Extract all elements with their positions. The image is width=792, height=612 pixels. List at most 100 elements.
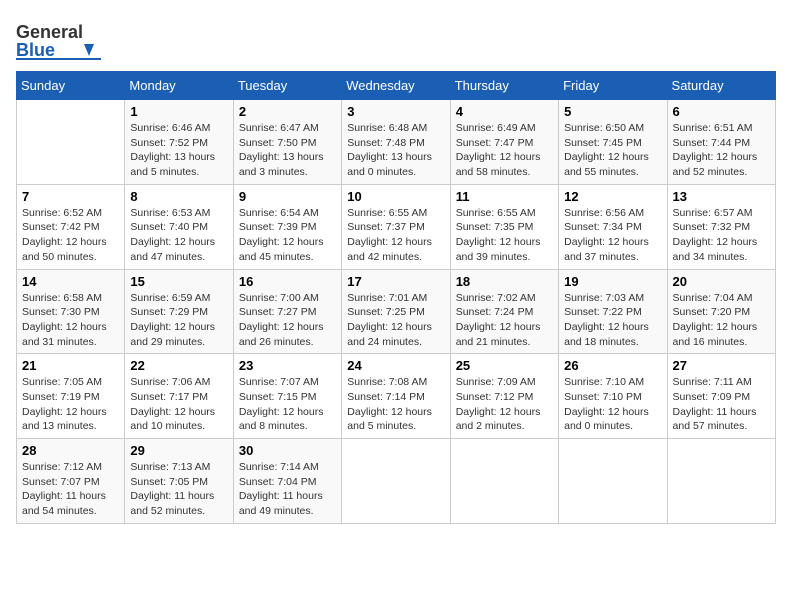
day-info: Sunrise: 7:09 AMSunset: 7:12 PMDaylight:…	[456, 375, 553, 434]
calendar-cell: 30Sunrise: 7:14 AMSunset: 7:04 PMDayligh…	[233, 439, 341, 524]
day-header-saturday: Saturday	[667, 72, 775, 100]
calendar-cell: 24 Sunrise: 7:08 AMSunset: 7:14 PMDayligh…	[342, 354, 450, 439]
calendar-cell: 26Sunrise: 7:10 AMSunset: 7:10 PMDayligh…	[559, 354, 667, 439]
day-number: 7	[22, 189, 119, 204]
logo: General Blue	[16, 16, 116, 61]
calendar-cell: 6 Sunrise: 6:51 AMSunset: 7:44 PMDaylight…	[667, 100, 775, 185]
week-row-4: 21 Sunrise: 7:05 AMSunset: 7:19 PMDayligh…	[17, 354, 776, 439]
day-number: 17	[347, 274, 444, 289]
day-info: Sunrise: 6:59 AMSunset: 7:29 PMDaylight:…	[130, 291, 227, 350]
calendar-cell: 8 Sunrise: 6:53 AMSunset: 7:40 PMDaylight…	[125, 184, 233, 269]
page-header: General Blue	[16, 16, 776, 61]
calendar-cell: 21 Sunrise: 7:05 AMSunset: 7:19 PMDayligh…	[17, 354, 125, 439]
day-number: 5	[564, 104, 661, 119]
day-number: 27	[673, 358, 770, 373]
day-number: 11	[456, 189, 553, 204]
calendar-cell: 19 Sunrise: 7:03 AMSunset: 7:22 PMDayligh…	[559, 269, 667, 354]
calendar-body: 1Sunrise: 6:46 AMSunset: 7:52 PMDaylight…	[17, 100, 776, 524]
calendar-cell: 10 Sunrise: 6:55 AMSunset: 7:37 PMDayligh…	[342, 184, 450, 269]
calendar-cell: 23 Sunrise: 7:07 AMSunset: 7:15 PMDayligh…	[233, 354, 341, 439]
week-row-3: 14Sunrise: 6:58 AMSunset: 7:30 PMDayligh…	[17, 269, 776, 354]
day-number: 25	[456, 358, 553, 373]
day-info: Sunrise: 7:04 AMSunset: 7:20 PMDaylight:…	[673, 291, 770, 350]
day-info: Sunrise: 7:13 AMSunset: 7:05 PMDaylight:…	[130, 460, 227, 519]
day-number: 21	[22, 358, 119, 373]
day-info: Sunrise: 7:05 AMSunset: 7:19 PMDaylight:…	[22, 375, 119, 434]
day-header-thursday: Thursday	[450, 72, 558, 100]
day-info: Sunrise: 7:08 AMSunset: 7:14 PMDaylight:…	[347, 375, 444, 434]
day-info: Sunrise: 7:06 AMSunset: 7:17 PMDaylight:…	[130, 375, 227, 434]
svg-text:General: General	[16, 22, 83, 42]
calendar-cell	[667, 439, 775, 524]
calendar-cell: 5 Sunrise: 6:50 AMSunset: 7:45 PMDaylight…	[559, 100, 667, 185]
day-number: 19	[564, 274, 661, 289]
day-info: Sunrise: 7:14 AMSunset: 7:04 PMDaylight:…	[239, 460, 336, 519]
calendar-header: SundayMondayTuesdayWednesdayThursdayFrid…	[17, 72, 776, 100]
day-info: Sunrise: 7:07 AMSunset: 7:15 PMDaylight:…	[239, 375, 336, 434]
day-number: 14	[22, 274, 119, 289]
day-info: Sunrise: 6:47 AMSunset: 7:50 PMDaylight:…	[239, 121, 336, 180]
calendar-cell	[559, 439, 667, 524]
day-header-tuesday: Tuesday	[233, 72, 341, 100]
day-number: 10	[347, 189, 444, 204]
calendar-cell: 28 Sunrise: 7:12 AMSunset: 7:07 PMDayligh…	[17, 439, 125, 524]
calendar-cell	[342, 439, 450, 524]
day-info: Sunrise: 6:48 AMSunset: 7:48 PMDaylight:…	[347, 121, 444, 180]
calendar-cell: 3 Sunrise: 6:48 AMSunset: 7:48 PMDaylight…	[342, 100, 450, 185]
day-info: Sunrise: 6:57 AMSunset: 7:32 PMDaylight:…	[673, 206, 770, 265]
day-info: Sunrise: 6:51 AMSunset: 7:44 PMDaylight:…	[673, 121, 770, 180]
day-info: Sunrise: 6:54 AMSunset: 7:39 PMDaylight:…	[239, 206, 336, 265]
day-info: Sunrise: 6:52 AMSunset: 7:42 PMDaylight:…	[22, 206, 119, 265]
day-info: Sunrise: 6:50 AMSunset: 7:45 PMDaylight:…	[564, 121, 661, 180]
calendar-cell: 13 Sunrise: 6:57 AMSunset: 7:32 PMDayligh…	[667, 184, 775, 269]
day-header-friday: Friday	[559, 72, 667, 100]
day-number: 22	[130, 358, 227, 373]
calendar-cell: 2Sunrise: 6:47 AMSunset: 7:50 PMDaylight…	[233, 100, 341, 185]
day-number: 23	[239, 358, 336, 373]
day-info: Sunrise: 7:10 AMSunset: 7:10 PMDaylight:…	[564, 375, 661, 434]
day-info: Sunrise: 7:11 AMSunset: 7:09 PMDaylight:…	[673, 375, 770, 434]
day-number: 28	[22, 443, 119, 458]
day-number: 20	[673, 274, 770, 289]
day-info: Sunrise: 6:53 AMSunset: 7:40 PMDaylight:…	[130, 206, 227, 265]
week-row-1: 1Sunrise: 6:46 AMSunset: 7:52 PMDaylight…	[17, 100, 776, 185]
calendar-cell: 17 Sunrise: 7:01 AMSunset: 7:25 PMDayligh…	[342, 269, 450, 354]
day-header-wednesday: Wednesday	[342, 72, 450, 100]
calendar-table: SundayMondayTuesdayWednesdayThursdayFrid…	[16, 71, 776, 524]
calendar-cell: 16Sunrise: 7:00 AMSunset: 7:27 PMDayligh…	[233, 269, 341, 354]
day-info: Sunrise: 7:03 AMSunset: 7:22 PMDaylight:…	[564, 291, 661, 350]
calendar-cell: 14Sunrise: 6:58 AMSunset: 7:30 PMDayligh…	[17, 269, 125, 354]
day-number: 4	[456, 104, 553, 119]
calendar-cell: 18Sunrise: 7:02 AMSunset: 7:24 PMDayligh…	[450, 269, 558, 354]
svg-text:Blue: Blue	[16, 40, 55, 60]
calendar-cell: 11 Sunrise: 6:55 AMSunset: 7:35 PMDayligh…	[450, 184, 558, 269]
calendar-cell: 9 Sunrise: 6:54 AMSunset: 7:39 PMDaylight…	[233, 184, 341, 269]
day-number: 18	[456, 274, 553, 289]
day-info: Sunrise: 6:55 AMSunset: 7:37 PMDaylight:…	[347, 206, 444, 265]
calendar-cell	[17, 100, 125, 185]
day-number: 13	[673, 189, 770, 204]
day-number: 6	[673, 104, 770, 119]
logo-svg: General Blue	[16, 16, 116, 61]
day-number: 12	[564, 189, 661, 204]
day-number: 24	[347, 358, 444, 373]
calendar-cell: 15Sunrise: 6:59 AMSunset: 7:29 PMDayligh…	[125, 269, 233, 354]
day-header-sunday: Sunday	[17, 72, 125, 100]
calendar-cell: 25 Sunrise: 7:09 AMSunset: 7:12 PMDayligh…	[450, 354, 558, 439]
calendar-cell: 12 Sunrise: 6:56 AMSunset: 7:34 PMDayligh…	[559, 184, 667, 269]
calendar-cell: 22 Sunrise: 7:06 AMSunset: 7:17 PMDayligh…	[125, 354, 233, 439]
day-number: 16	[239, 274, 336, 289]
day-info: Sunrise: 7:12 AMSunset: 7:07 PMDaylight:…	[22, 460, 119, 519]
day-info: Sunrise: 6:55 AMSunset: 7:35 PMDaylight:…	[456, 206, 553, 265]
day-info: Sunrise: 6:56 AMSunset: 7:34 PMDaylight:…	[564, 206, 661, 265]
day-number: 1	[130, 104, 227, 119]
calendar-cell: 27 Sunrise: 7:11 AMSunset: 7:09 PMDayligh…	[667, 354, 775, 439]
day-number: 8	[130, 189, 227, 204]
week-row-5: 28 Sunrise: 7:12 AMSunset: 7:07 PMDayligh…	[17, 439, 776, 524]
day-number: 3	[347, 104, 444, 119]
week-row-2: 7 Sunrise: 6:52 AMSunset: 7:42 PMDaylight…	[17, 184, 776, 269]
calendar-cell: 4Sunrise: 6:49 AMSunset: 7:47 PMDaylight…	[450, 100, 558, 185]
day-number: 9	[239, 189, 336, 204]
day-number: 29	[130, 443, 227, 458]
day-info: Sunrise: 7:01 AMSunset: 7:25 PMDaylight:…	[347, 291, 444, 350]
